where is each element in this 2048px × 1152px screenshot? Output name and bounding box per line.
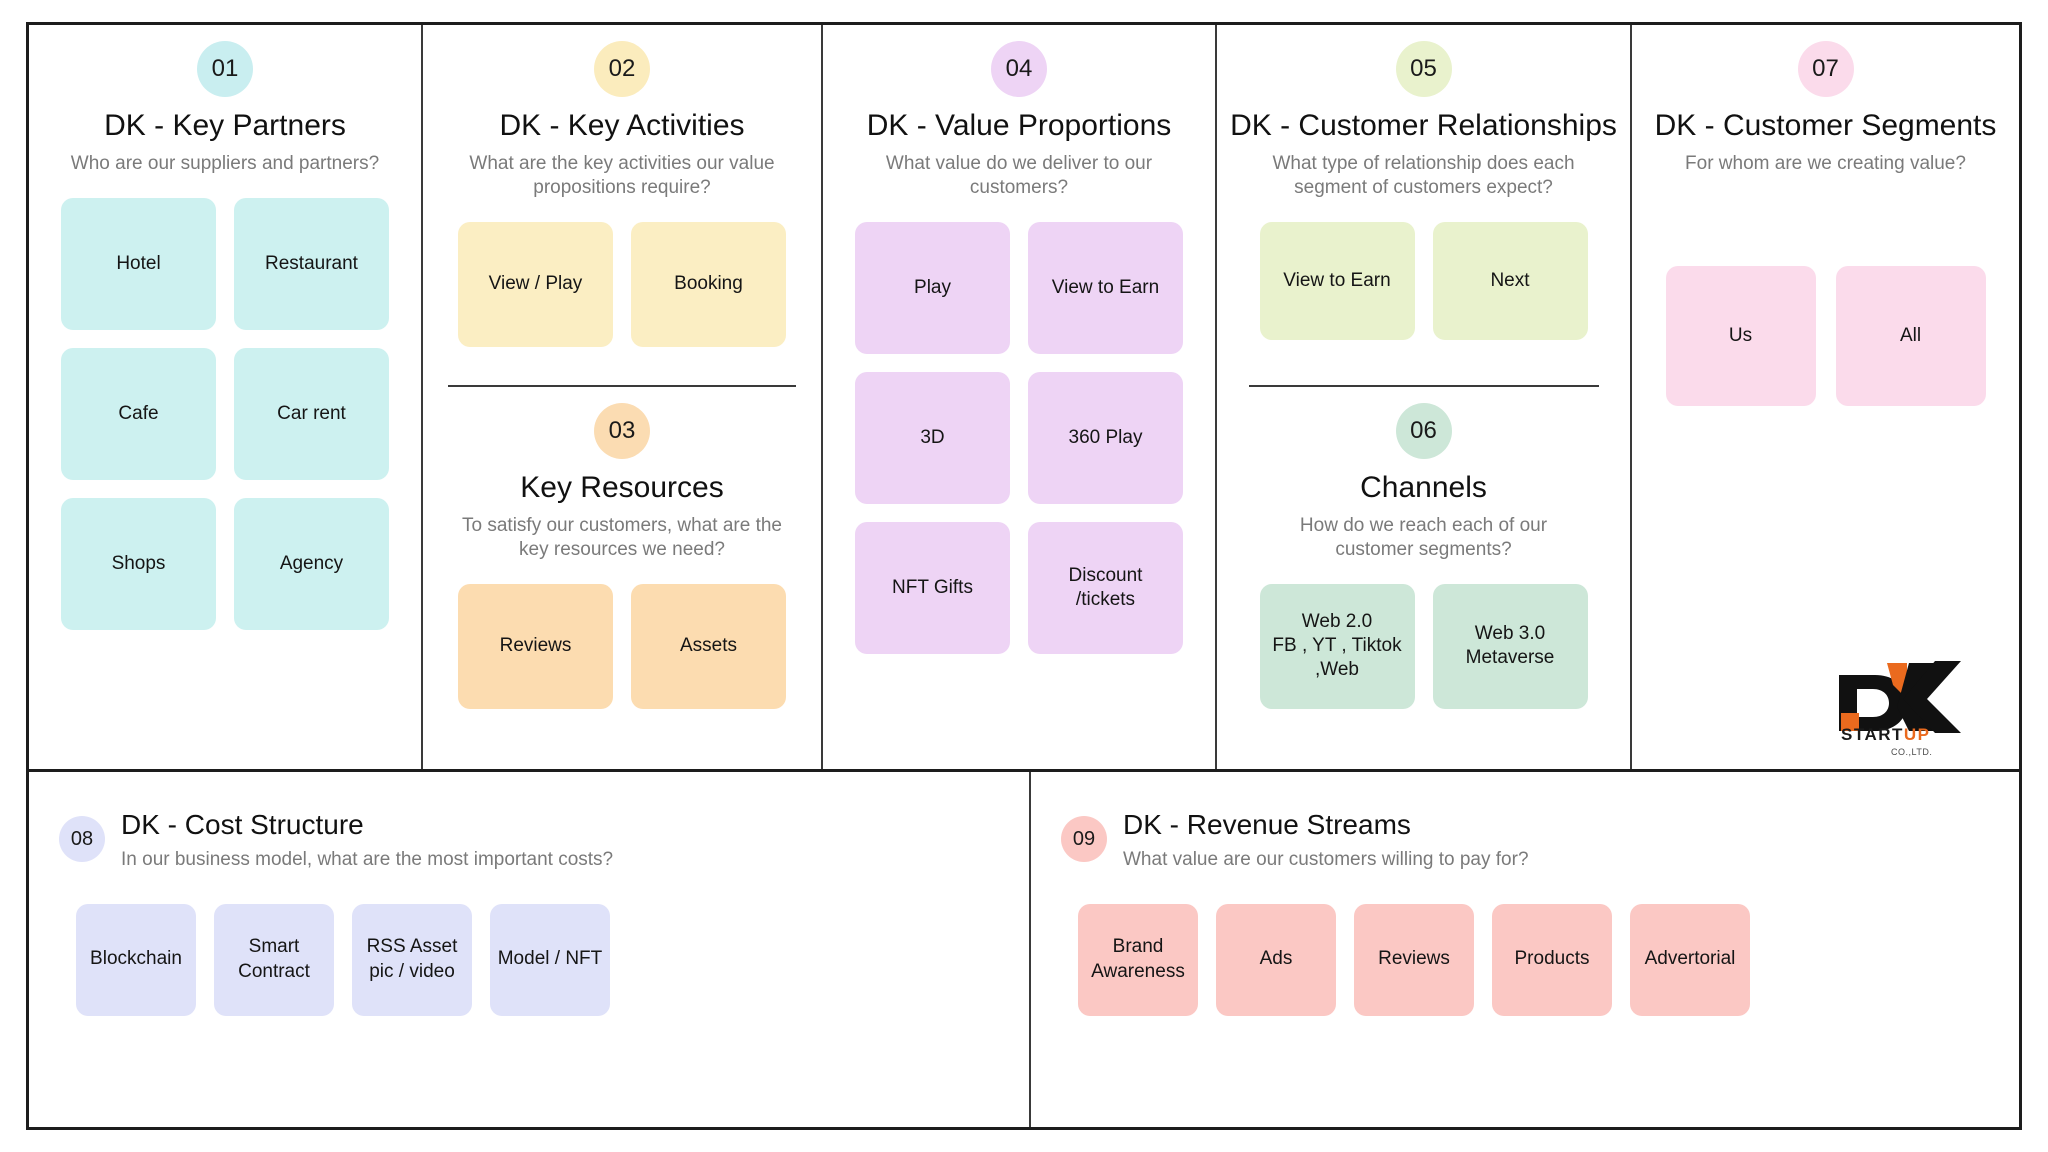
title-value-propositions: DK - Value Proportions (866, 109, 1172, 142)
block-customer-relationships[interactable]: 05 DK - Customer Relationships What type… (1220, 25, 1627, 385)
card-key-partner[interactable]: Hotel (61, 197, 216, 330)
text-revenue-streams: DK - Revenue Streams What value are our … (1123, 809, 1529, 872)
block-key-resources[interactable]: 03 Key Resources To satisfy our customer… (448, 385, 796, 769)
badge-customer-relationships: 05 (1395, 41, 1452, 97)
card-key-resource[interactable]: Assets (631, 583, 786, 709)
title-key-activities: DK - Key Activities (499, 109, 745, 142)
subtitle-customer-relationships: What type of relationship does each segm… (1272, 153, 1575, 198)
title-customer-relationships: DK - Customer Relationships (1230, 109, 1617, 142)
card-key-partner[interactable]: Cafe (61, 347, 216, 480)
card-channel[interactable]: Web 3.0 Metaverse (1432, 583, 1588, 709)
card-revenue[interactable]: Brand Awareness (1078, 903, 1198, 1016)
block-revenue-streams[interactable]: 09 DK - Revenue Streams What value are o… (1029, 772, 2019, 1127)
card-grid-key-activities: View / Play Booking (458, 221, 786, 347)
logo-wordmark: STARTUP (1841, 725, 1931, 745)
subtitle-revenue-streams: What value are our customers willing to … (1123, 848, 1529, 870)
card-cost[interactable]: Smart Contract (214, 903, 334, 1016)
header-cost-structure: 08 DK - Cost Structure In our business m… (59, 809, 1029, 872)
block-key-activities[interactable]: 02 DK - Key Activities What are the key … (442, 25, 802, 385)
header-revenue-streams: 09 DK - Revenue Streams What value are o… (1061, 809, 2019, 872)
block-customer-segments[interactable]: 07 DK - Customer Segments For whom are w… (1630, 25, 2019, 769)
card-key-partner[interactable]: Restaurant (234, 197, 389, 330)
dk-startup-logo: STARTUP CO.,LTD. (1835, 659, 1963, 759)
card-revenue[interactable]: Products (1492, 903, 1612, 1016)
badge-key-resources: 03 (594, 403, 650, 459)
column-relationships-channels: 05 DK - Customer Relationships What type… (1215, 25, 1630, 769)
canvas-top-row: 01 DK - Key Partners Who are our supplie… (29, 25, 2019, 769)
subtitle-channels: How do we reach each of our customer seg… (1299, 515, 1548, 560)
card-value-proposition[interactable]: View to Earn (1028, 221, 1183, 354)
badge-cost-structure: 08 (59, 816, 105, 862)
title-channels: Channels (1360, 471, 1487, 504)
block-cost-structure[interactable]: 08 DK - Cost Structure In our business m… (29, 772, 1029, 1127)
canvas-frame: 01 DK - Key Partners Who are our supplie… (26, 22, 2022, 1130)
card-channel[interactable]: Web 2.0 FB , YT , Tiktok ,Web (1259, 583, 1415, 709)
card-revenue[interactable]: Advertorial (1630, 903, 1750, 1016)
logo-word-start: START (1841, 725, 1904, 744)
card-customer-relationship[interactable]: View to Earn (1259, 221, 1415, 340)
card-cost[interactable]: RSS Asset pic / video (352, 903, 472, 1016)
title-key-resources: Key Resources (520, 471, 724, 504)
column-activities-resources: 02 DK - Key Activities What are the key … (421, 25, 821, 769)
title-revenue-streams: DK - Revenue Streams (1123, 809, 1411, 840)
card-row-cost-structure: Blockchain Smart Contract RSS Asset pic … (76, 903, 1029, 1016)
card-customer-segment[interactable]: All (1835, 265, 1986, 406)
logo-word-up: UP (1903, 725, 1931, 744)
subtitle-cost-structure: In our business model, what are the most… (121, 848, 614, 870)
subtitle-key-partners: Who are our suppliers and partners? (70, 153, 380, 174)
badge-key-activities: 02 (594, 41, 650, 97)
card-grid-value-propositions: Play View to Earn 3D 360 Play NFT Gifts … (855, 221, 1183, 654)
title-key-partners: DK - Key Partners (104, 109, 346, 142)
card-key-activity[interactable]: Booking (631, 221, 786, 347)
card-key-partner[interactable]: Shops (61, 497, 216, 630)
card-key-partner[interactable]: Car rent (234, 347, 389, 480)
card-value-proposition[interactable]: 360 Play (1028, 371, 1183, 504)
block-channels[interactable]: 06 Channels How do we reach each of our … (1248, 385, 1599, 769)
card-value-proposition[interactable]: Play (855, 221, 1010, 354)
badge-value-propositions: 04 (991, 41, 1047, 97)
card-customer-relationship[interactable]: Next (1432, 221, 1588, 340)
card-grid-customer-relationships: View to Earn Next (1259, 221, 1588, 340)
card-customer-segment[interactable]: Us (1665, 265, 1816, 406)
card-key-activity[interactable]: View / Play (458, 221, 613, 347)
card-key-partner[interactable]: Agency (234, 497, 389, 630)
card-cost[interactable]: Model / NFT (490, 903, 610, 1016)
badge-customer-segments: 07 (1797, 41, 1854, 97)
card-grid-key-partners: Hotel Restaurant Cafe Car rent Shops Age… (61, 197, 389, 630)
card-key-resource[interactable]: Reviews (458, 583, 613, 709)
subtitle-key-activities: What are the key activities our value pr… (469, 153, 775, 198)
block-key-partners[interactable]: 01 DK - Key Partners Who are our supplie… (29, 25, 421, 769)
logo-coltd: CO.,LTD. (1891, 747, 1933, 757)
badge-revenue-streams: 09 (1061, 816, 1107, 862)
card-row-revenue-streams: Brand Awareness Ads Reviews Products Adv… (1078, 903, 2019, 1016)
title-cost-structure: DK - Cost Structure (121, 809, 364, 840)
card-revenue[interactable]: Ads (1216, 903, 1336, 1016)
card-grid-key-resources: Reviews Assets (458, 583, 786, 709)
card-cost[interactable]: Blockchain (76, 903, 196, 1016)
subtitle-customer-segments: For whom are we creating value? (1685, 153, 1966, 174)
subtitle-key-resources: To satisfy our customers, what are the k… (462, 515, 782, 560)
badge-key-partners: 01 (197, 41, 253, 97)
card-value-proposition[interactable]: NFT Gifts (855, 521, 1010, 654)
badge-channels: 06 (1395, 403, 1452, 459)
canvas-bottom-row: 08 DK - Cost Structure In our business m… (29, 769, 2019, 1127)
business-model-canvas: 01 DK - Key Partners Who are our supplie… (0, 0, 2048, 1152)
card-grid-channels: Web 2.0 FB , YT , Tiktok ,Web Web 3.0 Me… (1259, 583, 1588, 709)
subtitle-value-propositions: What value do we deliver to our customer… (885, 153, 1153, 198)
card-grid-customer-segments: Us All (1665, 265, 1986, 406)
text-cost-structure: DK - Cost Structure In our business mode… (121, 809, 614, 872)
card-revenue[interactable]: Reviews (1354, 903, 1474, 1016)
card-value-proposition[interactable]: Discount /tickets (1028, 521, 1183, 654)
block-value-propositions[interactable]: 04 DK - Value Proportions What value do … (821, 25, 1215, 769)
card-value-proposition[interactable]: 3D (855, 371, 1010, 504)
title-customer-segments: DK - Customer Segments (1654, 109, 1997, 142)
